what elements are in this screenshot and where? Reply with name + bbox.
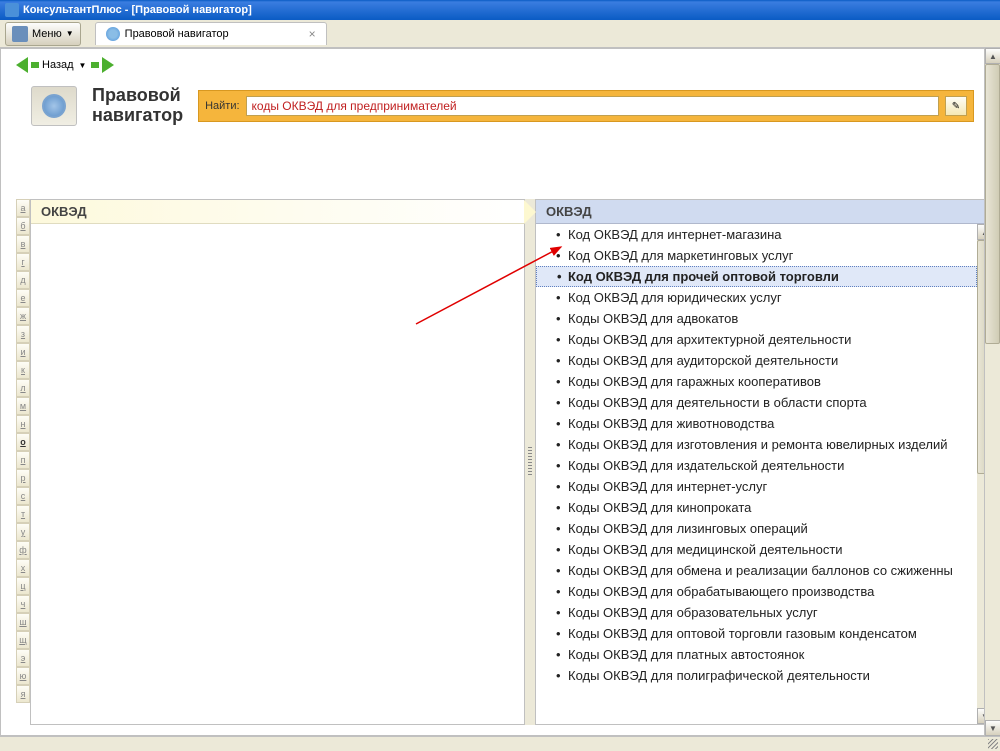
alpha-letter-ю[interactable]: ю bbox=[16, 667, 30, 685]
alpha-letter-у[interactable]: у bbox=[16, 523, 30, 541]
list-item[interactable]: Коды ОКВЭД для кинопроката bbox=[536, 497, 977, 518]
alpha-letter-г[interactable]: г bbox=[16, 253, 30, 271]
arrow-right-icon bbox=[102, 57, 114, 73]
alpha-letter-п[interactable]: п bbox=[16, 451, 30, 469]
alpha-letter-х[interactable]: х bbox=[16, 559, 30, 577]
list-item[interactable]: Коды ОКВЭД для гаражных кооперативов bbox=[536, 371, 977, 392]
alpha-letter-щ[interactable]: щ bbox=[16, 631, 30, 649]
window-titlebar: КонсультантПлюс - [Правовой навигатор] bbox=[0, 0, 1000, 20]
list-item[interactable]: Код ОКВЭД для прочей оптовой торговли bbox=[536, 266, 977, 287]
splitter[interactable] bbox=[525, 199, 535, 725]
chevron-down-icon: ▼ bbox=[66, 29, 74, 38]
list-item[interactable]: Код ОКВЭД для юридических услуг bbox=[536, 287, 977, 308]
content-area: Назад ▼ Правовой навигатор Найти: ✎ абвг… bbox=[0, 48, 995, 736]
list-item[interactable]: Код ОКВЭД для маркетинговых услуг bbox=[536, 245, 977, 266]
alpha-letter-б[interactable]: б bbox=[16, 217, 30, 235]
search-label: Найти: bbox=[205, 100, 239, 112]
main-panels: абвгдежзиклмнопрстуфхцчшщэюя ОКВЭД ОКВЭД… bbox=[16, 199, 994, 725]
list-item[interactable]: Код ОКВЭД для интернет-магазина bbox=[536, 224, 977, 245]
back-label: Назад bbox=[42, 59, 74, 71]
scroll-thumb[interactable] bbox=[985, 64, 1000, 344]
list-item[interactable]: Коды ОКВЭД для полиграфической деятельно… bbox=[536, 665, 977, 686]
scroll-down-button[interactable]: ▼ bbox=[985, 720, 1000, 736]
tab-label: Правовой навигатор bbox=[125, 28, 229, 40]
search-input[interactable] bbox=[246, 96, 939, 116]
list-item[interactable]: Коды ОКВЭД для обмена и реализации балло… bbox=[536, 560, 977, 581]
left-panel: ОКВЭД bbox=[30, 199, 525, 725]
left-panel-header: ОКВЭД bbox=[31, 200, 524, 224]
alpha-letter-э[interactable]: э bbox=[16, 649, 30, 667]
header-panel: Правовой навигатор Найти: ✎ bbox=[1, 81, 994, 136]
compass-icon bbox=[42, 94, 66, 118]
alpha-letter-д[interactable]: д bbox=[16, 271, 30, 289]
list-item[interactable]: Коды ОКВЭД для медицинской деятельности bbox=[536, 539, 977, 560]
page-title: Правовой навигатор bbox=[92, 86, 183, 126]
search-clear-button[interactable]: ✎ bbox=[945, 96, 967, 116]
alphabet-bar: абвгдежзиклмнопрстуфхцчшщэюя bbox=[16, 199, 30, 725]
alpha-letter-ф[interactable]: ф bbox=[16, 541, 30, 559]
list-item[interactable]: Коды ОКВЭД для деятельности в области сп… bbox=[536, 392, 977, 413]
list-item[interactable]: Коды ОКВЭД для архитектурной деятельност… bbox=[536, 329, 977, 350]
alpha-letter-к[interactable]: к bbox=[16, 361, 30, 379]
search-bar: Найти: ✎ bbox=[198, 90, 974, 122]
list-item[interactable]: Коды ОКВЭД для образовательных услуг bbox=[536, 602, 977, 623]
window-title: КонсультантПлюс - [Правовой навигатор] bbox=[23, 4, 252, 16]
alpha-letter-н[interactable]: н bbox=[16, 415, 30, 433]
alpha-letter-ш[interactable]: ш bbox=[16, 613, 30, 631]
menu-label: Меню bbox=[32, 28, 62, 40]
list-item[interactable]: Коды ОКВЭД для обрабатывающего производс… bbox=[536, 581, 977, 602]
list-item[interactable]: Коды ОКВЭД для животноводства bbox=[536, 413, 977, 434]
navigator-logo bbox=[31, 86, 77, 126]
window-scrollbar[interactable]: ▲ ▼ bbox=[984, 48, 1000, 736]
alpha-letter-е[interactable]: е bbox=[16, 289, 30, 307]
status-bar bbox=[0, 736, 1000, 751]
alpha-letter-м[interactable]: м bbox=[16, 397, 30, 415]
list-item[interactable]: Коды ОКВЭД для оптовой торговли газовым … bbox=[536, 623, 977, 644]
alpha-letter-з[interactable]: з bbox=[16, 325, 30, 343]
app-icon bbox=[5, 3, 19, 17]
tab-navigator[interactable]: Правовой навигатор × bbox=[95, 22, 327, 45]
alpha-letter-ч[interactable]: ч bbox=[16, 595, 30, 613]
alpha-letter-ц[interactable]: ц bbox=[16, 577, 30, 595]
alpha-letter-а[interactable]: а bbox=[16, 199, 30, 217]
alpha-letter-ж[interactable]: ж bbox=[16, 307, 30, 325]
arrow-left-icon bbox=[16, 57, 28, 73]
list-item[interactable]: Коды ОКВЭД для платных автостоянок bbox=[536, 644, 977, 665]
resize-grip[interactable] bbox=[988, 739, 998, 749]
alpha-letter-р[interactable]: р bbox=[16, 469, 30, 487]
list-item[interactable]: Коды ОКВЭД для изготовления и ремонта юв… bbox=[536, 434, 977, 455]
main-toolbar: Меню ▼ Правовой навигатор × bbox=[0, 20, 1000, 48]
alpha-letter-о[interactable]: о bbox=[16, 433, 30, 451]
right-panel: ОКВЭД Код ОКВЭД для интернет-магазинаКод… bbox=[535, 199, 994, 725]
list-item[interactable]: Коды ОКВЭД для адвокатов bbox=[536, 308, 977, 329]
back-button[interactable]: Назад ▼ bbox=[16, 57, 86, 73]
list-item[interactable]: Коды ОКВЭД для издательской деятельности bbox=[536, 455, 977, 476]
list-item[interactable]: Коды ОКВЭД для интернет-услуг bbox=[536, 476, 977, 497]
scroll-up-button[interactable]: ▲ bbox=[985, 48, 1000, 64]
alpha-letter-л[interactable]: л bbox=[16, 379, 30, 397]
nav-row: Назад ▼ bbox=[1, 49, 994, 81]
alpha-letter-в[interactable]: в bbox=[16, 235, 30, 253]
menu-icon bbox=[12, 26, 28, 42]
alpha-letter-я[interactable]: я bbox=[16, 685, 30, 703]
alpha-letter-с[interactable]: с bbox=[16, 487, 30, 505]
forward-button[interactable] bbox=[91, 57, 114, 73]
compass-icon bbox=[106, 27, 120, 41]
list-item[interactable]: Коды ОКВЭД для аудиторской деятельности bbox=[536, 350, 977, 371]
alpha-letter-т[interactable]: т bbox=[16, 505, 30, 523]
chevron-down-icon: ▼ bbox=[79, 61, 87, 70]
list-item[interactable]: Коды ОКВЭД для лизинговых операций bbox=[536, 518, 977, 539]
right-panel-header: ОКВЭД bbox=[536, 200, 993, 224]
menu-button[interactable]: Меню ▼ bbox=[5, 22, 81, 46]
close-icon[interactable]: × bbox=[309, 27, 316, 41]
alpha-letter-и[interactable]: и bbox=[16, 343, 30, 361]
results-list[interactable]: Код ОКВЭД для интернет-магазинаКод ОКВЭД… bbox=[536, 224, 977, 724]
